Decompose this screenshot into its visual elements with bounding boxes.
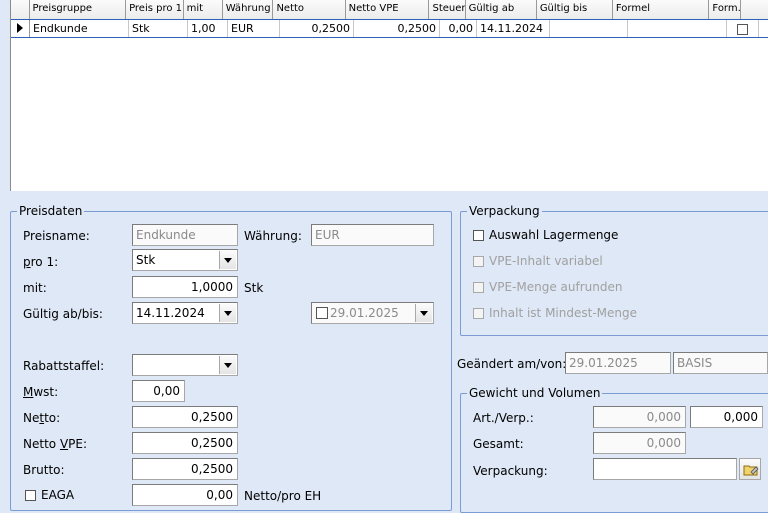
col-header-mit[interactable]: mit: [183, 0, 223, 19]
cell-waehrung[interactable]: EUR: [228, 20, 280, 37]
brutto-field[interactable]: 0,2500: [132, 458, 238, 480]
netto-vpe-label: Netto VPE:: [23, 437, 88, 451]
vpe-inhalt-variabel-checkbox[interactable]: VPE-Inhalt variabel: [473, 254, 603, 268]
checkbox-box[interactable]: [473, 255, 484, 267]
preisdaten-title: Preisdaten: [17, 204, 85, 218]
gewicht-title: Gewicht und Volumen: [467, 386, 603, 400]
cell-steuer[interactable]: 0,00: [440, 20, 477, 37]
browse-folder-button[interactable]: [739, 458, 761, 480]
netto-vpe-field[interactable]: 0,2500: [132, 432, 238, 454]
col-header-gueltig-bis[interactable]: Gültig bis: [536, 0, 613, 19]
eaga-unit: Netto/pro EH: [244, 489, 322, 503]
checkbox-box[interactable]: [473, 307, 484, 319]
checkbox-label: VPE-Inhalt variabel: [489, 254, 603, 268]
col-header-waehrung[interactable]: Währung: [222, 0, 274, 19]
table-row[interactable]: Endkunde Stk 1,00 EUR 0,2500 0,2500 0,00…: [11, 19, 768, 38]
chevron-down-icon[interactable]: [415, 304, 432, 322]
geaendert-date-field[interactable]: 29.01.2025: [565, 352, 671, 374]
mwst-label: Mwst:: [23, 385, 59, 399]
grid-header: Preisgruppe Preis pro 1 mit Währung Nett…: [11, 0, 768, 19]
col-header-preisgruppe[interactable]: Preisgruppe: [29, 0, 127, 19]
mwst-field[interactable]: 0,00: [132, 380, 185, 402]
col-header-netto[interactable]: Netto: [273, 0, 346, 19]
rabatt-combo[interactable]: [132, 354, 238, 376]
folder-icon: [743, 465, 759, 476]
checkbox-label: VPE-Menge aufrunden: [489, 280, 623, 294]
gueltig-bis-value: 29.01.2025: [330, 306, 399, 320]
row-indicator: [11, 20, 30, 37]
col-header-formel[interactable]: Formel: [612, 0, 710, 19]
col-header-steuer[interactable]: Steuer: [429, 0, 466, 19]
cell-preisgruppe[interactable]: Endkunde: [30, 20, 129, 37]
mit-unit: Stk: [244, 281, 264, 295]
preisname-label: Preisname:: [23, 229, 90, 243]
gueltig-ab-picker[interactable]: 14.11.2024: [132, 302, 238, 324]
cell-formel[interactable]: [628, 20, 727, 37]
rabatt-label: Rabattstaffel:: [23, 359, 105, 373]
checkbox-label: Auswahl Lagermenge: [489, 228, 619, 242]
art-verp-field-2[interactable]: 0,000: [690, 406, 763, 428]
row-arrow-icon: [17, 23, 23, 33]
price-grid[interactable]: Preisgruppe Preis pro 1 mit Währung Nett…: [10, 0, 768, 191]
pro1-combo[interactable]: Stk: [132, 249, 238, 271]
cell-netto[interactable]: 0,2500: [280, 20, 354, 37]
cell-netto-vpe[interactable]: 0,2500: [354, 20, 440, 37]
cell-preis-pro[interactable]: Stk: [129, 20, 188, 37]
header-row-indicator: [11, 0, 30, 19]
waehrung-label: Währung:: [244, 229, 302, 243]
checkbox-box[interactable]: [473, 281, 484, 293]
form-checkbox[interactable]: [737, 23, 748, 35]
eaga-checkbox[interactable]: EAGA: [25, 488, 74, 502]
gesamt-label: Gesamt:: [473, 437, 524, 451]
mit-label: mit:: [23, 281, 47, 295]
chevron-down-icon[interactable]: [219, 304, 236, 322]
preisname-field[interactable]: Endkunde: [132, 224, 238, 246]
verpackung-title: Verpackung: [467, 204, 542, 218]
eaga-checkbox-box[interactable]: [25, 489, 36, 501]
cell-gueltig-bis[interactable]: [550, 20, 628, 37]
col-header-gueltig-ab[interactable]: Gültig ab: [465, 0, 537, 19]
pro1-label: pro 1:: [23, 255, 59, 269]
auswahl-lagermenge-checkbox[interactable]: Auswahl Lagermenge: [473, 228, 618, 242]
cell-gueltig-ab[interactable]: 14.11.2024: [477, 20, 550, 37]
chevron-down-icon[interactable]: [219, 251, 236, 269]
inhalt-mindest-menge-checkbox[interactable]: Inhalt ist Mindest-Menge: [473, 306, 637, 320]
gesamt-field[interactable]: 0,000: [593, 432, 686, 454]
checkbox-box[interactable]: [473, 229, 484, 241]
art-verp-field-1[interactable]: 0,000: [593, 406, 686, 428]
col-header-filler: [740, 0, 768, 19]
netto-label: Netto:: [23, 411, 61, 425]
gueltig-ab-value: 14.11.2024: [136, 306, 205, 320]
gueltig-label: Gültig ab/bis:: [23, 307, 103, 321]
verpackung-label: Verpackung:: [473, 464, 548, 478]
art-verp-label: Art./Verp.:: [473, 411, 534, 425]
pro1-value: Stk: [136, 253, 156, 267]
brutto-label: Brutto:: [23, 463, 65, 477]
cell-form[interactable]: [727, 20, 759, 37]
vpe-menge-aufrunden-checkbox[interactable]: VPE-Menge aufrunden: [473, 280, 622, 294]
chevron-down-icon[interactable]: [219, 356, 236, 374]
gueltig-bis-picker[interactable]: 29.01.2025: [311, 302, 434, 324]
geaendert-label: Geändert am/von:: [457, 357, 567, 371]
col-header-netto-vpe[interactable]: Netto VPE: [345, 0, 430, 19]
verpackung-field[interactable]: [593, 458, 737, 480]
eaga-label: EAGA: [41, 488, 75, 502]
mit-field[interactable]: 1,0000: [132, 276, 238, 298]
cell-mit[interactable]: 1,00: [188, 20, 228, 37]
gueltig-bis-checkbox[interactable]: [316, 307, 328, 319]
waehrung-field[interactable]: EUR: [311, 224, 434, 246]
netto-field[interactable]: 0,2500: [132, 406, 238, 428]
geaendert-user-field[interactable]: BASIS: [673, 352, 768, 374]
checkbox-label: Inhalt ist Mindest-Menge: [489, 306, 637, 320]
col-header-preis-pro[interactable]: Preis pro 1: [126, 0, 184, 19]
col-header-form[interactable]: Form.: [709, 0, 741, 19]
